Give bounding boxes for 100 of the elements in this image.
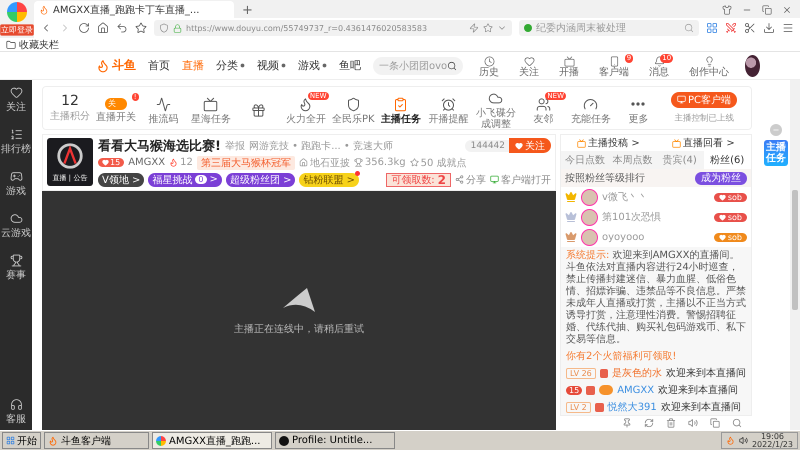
close-icon[interactable] (782, 5, 792, 15)
toolbar-item[interactable]: 小飞碟分成调整 (473, 86, 518, 130)
system-clock: 19:06 2022/1/23 (752, 432, 793, 448)
browser-logo[interactable] (7, 2, 27, 22)
nav-link[interactable]: 游戏 (298, 58, 327, 73)
panel-tab[interactable]: 粉丝(6) (704, 151, 751, 169)
restore-icon[interactable] (762, 5, 772, 15)
panel-tab[interactable]: 本周点数 (608, 151, 656, 169)
trash-icon[interactable] (666, 418, 676, 428)
sidebar-item[interactable]: 赛事 (6, 254, 26, 282)
gift-icon (250, 103, 266, 118)
category-breadcrumb[interactable]: 网游竞技 • 跑跑卡... • 竞速大师 (248, 138, 393, 152)
toolbar-item[interactable]: 充能任务 (568, 92, 614, 124)
search-icon[interactable] (447, 60, 458, 70)
report-link[interactable]: 举报 (224, 138, 245, 152)
panel-link[interactable]: 直播回看 > (672, 136, 735, 150)
download-icon[interactable] (763, 22, 775, 34)
sidebar-item[interactable]: 游戏 (6, 170, 26, 198)
address-field[interactable]: https://www.douyu.com/55749737_r=0.4361476020583583 (154, 20, 512, 36)
client-open-link[interactable]: 客户端打开 (490, 172, 551, 186)
toolbar-item[interactable]: 推流码 (140, 92, 186, 124)
tab-favicon-icon (39, 4, 49, 14)
sidebar-item[interactable]: 关注 (6, 86, 26, 114)
noble-icon (599, 385, 614, 395)
follow-button[interactable]: 关注 (509, 138, 551, 153)
claim-banner[interactable]: 可领取数: 2 (386, 172, 451, 186)
tray-app-icon[interactable] (726, 436, 735, 445)
sidebar-item[interactable]: 客服 (6, 398, 26, 426)
refresh-icon[interactable] (644, 418, 654, 428)
fan-avatar[interactable] (581, 208, 598, 226)
pc-client-button[interactable]: PC客户端 (670, 92, 737, 108)
fan-avatar[interactable] (581, 188, 598, 206)
grid-icon[interactable] (706, 22, 718, 34)
feature-chip[interactable]: 超级粉丝团 > (226, 172, 296, 186)
fan-name[interactable]: oyoyooo (602, 232, 644, 242)
start-button[interactable]: 开始 (2, 432, 41, 449)
fan-name[interactable]: v微飞丶丶 (602, 190, 648, 204)
site-logo[interactable]: 斗鱼 (96, 57, 136, 74)
nav-link[interactable]: 直播 (182, 58, 204, 73)
skin-icon[interactable] (722, 5, 732, 15)
panel-tab[interactable]: 贵宾(4) (656, 151, 704, 169)
panel-link[interactable]: 主播投稿 > (577, 136, 640, 150)
toolbar-item[interactable]: 星海任务 (188, 92, 234, 124)
undo-icon[interactable] (116, 22, 128, 34)
new-tab-button[interactable]: + (242, 3, 253, 18)
scissors-icon[interactable] (744, 22, 756, 34)
toolbar-item[interactable]: 更多 (616, 92, 661, 124)
taskbar-item[interactable]: Profile: Untitle... (275, 432, 395, 449)
search-placeholder: 纪委内涵周末被处理 (536, 22, 626, 35)
pin-icon[interactable] (622, 418, 632, 428)
task-promo[interactable]: 主播任务 (764, 140, 788, 166)
nav-link[interactable]: 分类 (216, 58, 245, 73)
feature-chip[interactable]: 钻粉联盟 > (299, 172, 360, 186)
sidebar-item[interactable]: 云游戏 (1, 212, 31, 240)
share-link[interactable]: 分享 (455, 172, 486, 186)
toolbar-item[interactable]: 开播提醒 (426, 92, 471, 124)
share-icon (455, 175, 464, 184)
toolbar-item[interactable]: 主播任务 (378, 92, 424, 124)
star-icon[interactable] (135, 22, 147, 34)
header-action[interactable]: 历史 (475, 54, 504, 78)
fan-badge: sob (714, 192, 747, 202)
copy-icon[interactable] (710, 418, 720, 428)
scrollbar-thumb[interactable] (792, 190, 798, 310)
volume-icon[interactable] (738, 436, 748, 445)
wave-icon (156, 96, 171, 112)
become-fan-button[interactable]: 成为粉丝 (695, 172, 747, 184)
record-app-icon (279, 436, 289, 446)
reload-icon[interactable] (78, 22, 90, 34)
zap-icon[interactable] (469, 23, 479, 33)
anchor-name[interactable]: AMGXX (128, 157, 166, 168)
user-avatar[interactable] (745, 54, 760, 76)
feature-chip[interactable]: V领地 > (98, 172, 144, 186)
user-name[interactable]: AMGXX (599, 384, 654, 396)
bookmark-folder[interactable]: 收藏夹栏 (19, 38, 59, 52)
header-action[interactable]: 开播 (555, 54, 584, 78)
browser-tab[interactable]: AMGXX直播_跑跑卡丁车直播_... (34, 1, 234, 18)
login-badge[interactable]: 立即登录 (0, 24, 34, 36)
user-name[interactable]: 是灰色的水 (612, 366, 662, 380)
home-icon[interactable] (97, 22, 109, 34)
user-name[interactable]: 悦然大391 (608, 400, 657, 414)
toolbar-item[interactable]: 全民乐PK (330, 92, 376, 124)
nav-link[interactable]: 鱼吧 (339, 58, 361, 73)
fan-name[interactable]: 第101次恐惧 (602, 210, 662, 224)
nav-link[interactable]: 视频 (257, 58, 286, 73)
level-tag: LV 26 (566, 368, 596, 378)
menu-icon[interactable] (782, 22, 794, 34)
feature-chip[interactable]: 福星挑战 0 > (148, 172, 222, 186)
place-icon (298, 158, 308, 167)
star-icon[interactable] (483, 23, 493, 33)
sidebar-item[interactable]: 排行榜 (1, 128, 31, 156)
taskbar-item[interactable]: AMGXX直播_跑跑... (152, 432, 272, 449)
browser-search-field[interactable]: 纪委内涵周末被处理 (519, 20, 699, 36)
header-action[interactable]: 创作中心 (685, 54, 734, 78)
taskbar-item[interactable]: 斗鱼客户端 (44, 432, 149, 449)
nav-link[interactable]: 首页 (148, 58, 170, 73)
fan-avatar[interactable] (581, 228, 598, 246)
bell-icon (654, 56, 665, 66)
header-action[interactable]: 关注 (515, 54, 544, 78)
panel-tab[interactable]: 今日点数 (561, 151, 608, 169)
swords-icon[interactable] (725, 22, 737, 34)
